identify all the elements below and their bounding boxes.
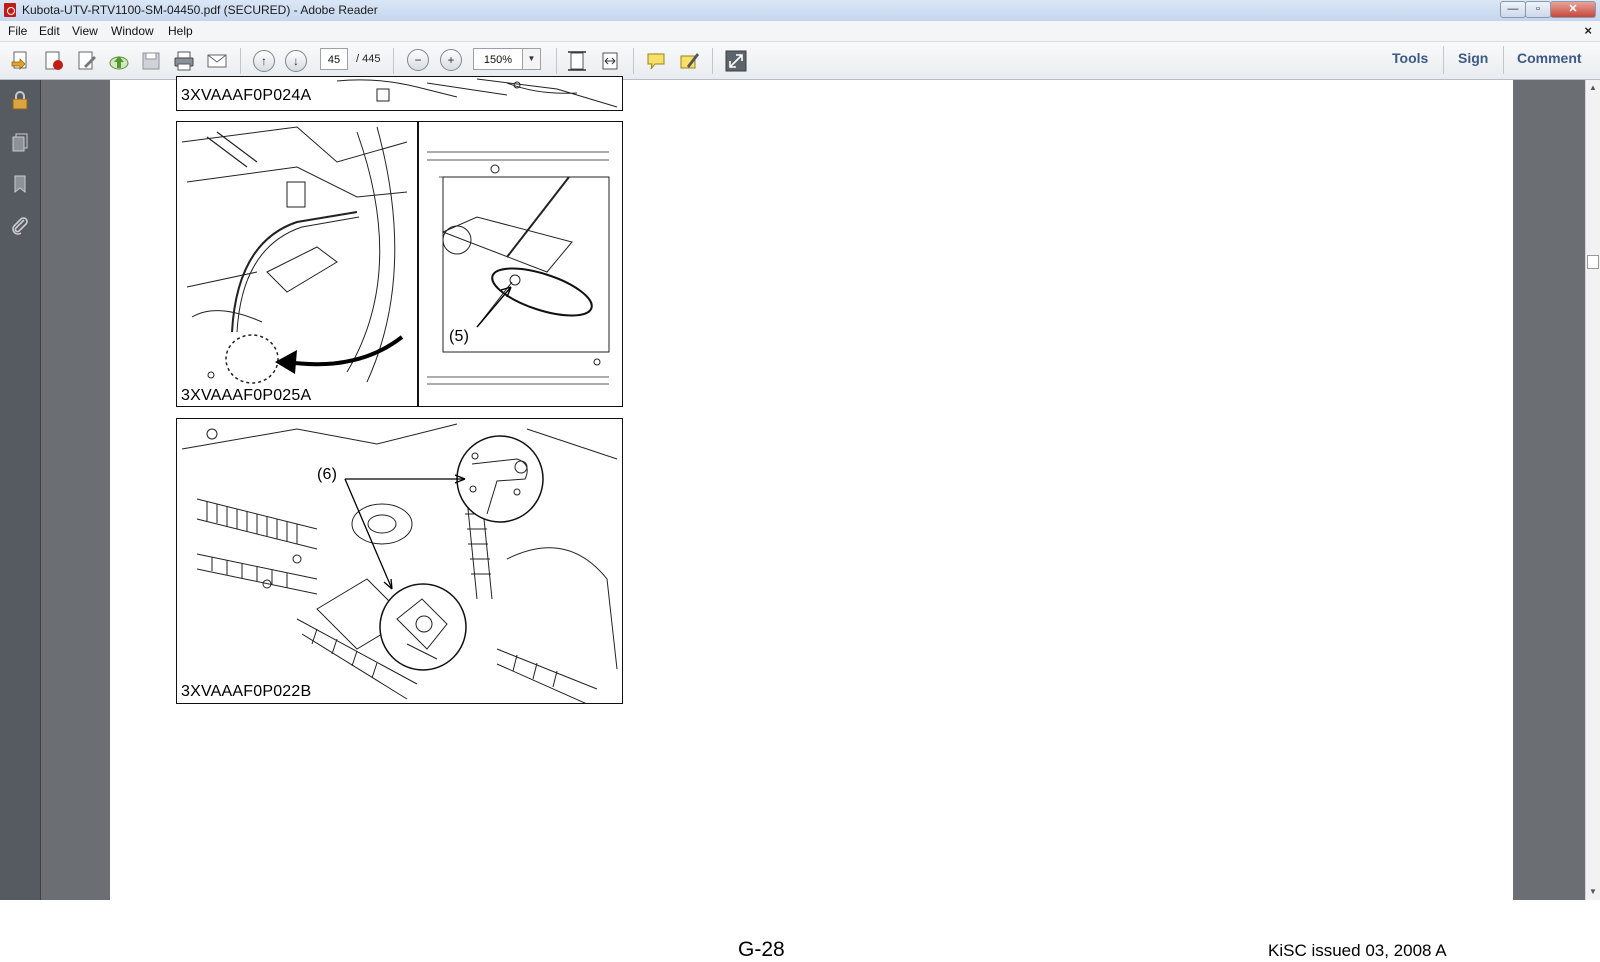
- vertical-scrollbar[interactable]: ▲ ▼: [1585, 80, 1600, 900]
- scroll-up-icon[interactable]: ▲: [1588, 83, 1598, 92]
- upload-cloud-icon[interactable]: [108, 50, 130, 72]
- menu-window[interactable]: Window: [111, 24, 154, 38]
- figure-code-022b: 3XVAAAF0P022B: [181, 683, 312, 700]
- menu-help[interactable]: Help: [168, 24, 193, 38]
- previous-page-button[interactable]: ↑: [253, 50, 275, 72]
- lock-icon[interactable]: [10, 90, 30, 110]
- attachments-icon[interactable]: [10, 216, 30, 236]
- window-title: Kubota-UTV-RTV1100-SM-04450.pdf (SECURED…: [22, 3, 378, 17]
- page-number-input[interactable]: 45: [320, 48, 348, 70]
- sticky-note-icon[interactable]: [645, 50, 667, 72]
- bookmarks-icon[interactable]: [10, 174, 30, 194]
- adobe-reader-icon: [4, 3, 16, 17]
- maximize-button[interactable]: ▫: [1525, 1, 1551, 18]
- create-pdf-icon[interactable]: [10, 50, 32, 72]
- zoom-level-input[interactable]: 150%: [473, 48, 523, 70]
- figure-code-025a: 3XVAAAF0P025A: [181, 387, 312, 404]
- scrollbar-thumb[interactable]: [1587, 255, 1599, 269]
- sign-button[interactable]: Sign: [1458, 50, 1488, 66]
- next-page-button[interactable]: ↓: [285, 50, 307, 72]
- figure-025a: (5) 3XVAAAF0P025A: [176, 121, 623, 407]
- page-footer-number: G-28: [738, 938, 785, 961]
- save-icon[interactable]: [140, 50, 162, 72]
- pdf-page: 3XVAAAF0P024A (5) 3XVAAAF0P025A (6) 3XVA…: [110, 76, 1513, 961]
- figure-022b: (6) 3XVAAAF0P022B: [176, 418, 623, 704]
- close-window-button[interactable]: ✕: [1550, 1, 1596, 18]
- figure-024a: 3XVAAAF0P024A: [176, 76, 623, 111]
- toolbar: ↑ ↓: [0, 42, 1600, 80]
- fit-width-icon[interactable]: [599, 50, 621, 72]
- print-icon[interactable]: [173, 50, 195, 72]
- navigation-pane: [0, 80, 41, 900]
- pdf-file-icon[interactable]: [43, 50, 65, 72]
- callout-6: (6): [317, 466, 338, 483]
- edit-pdf-icon[interactable]: [76, 50, 98, 72]
- figure-025a-drawing: [181, 126, 610, 385]
- menu-bar: File Edit View Window Help ×: [0, 21, 1600, 42]
- zoom-out-button[interactable]: −: [407, 49, 429, 71]
- full-screen-icon[interactable]: [725, 50, 747, 72]
- page-footer-issue: KiSC issued 03, 2008 A: [1268, 941, 1447, 960]
- close-document-icon[interactable]: ×: [1584, 23, 1592, 38]
- page-total: / 445: [356, 53, 381, 65]
- figure-code-024a: 3XVAAAF0P024A: [181, 87, 312, 104]
- comment-button[interactable]: Comment: [1517, 50, 1582, 66]
- callout-5: (5): [449, 328, 470, 345]
- menu-view[interactable]: View: [72, 24, 98, 38]
- page-thumbnails-icon[interactable]: [10, 132, 30, 152]
- fit-page-icon[interactable]: [566, 50, 588, 72]
- email-icon[interactable]: [206, 50, 228, 72]
- figure-022b-drawing: [181, 423, 618, 703]
- zoom-in-button[interactable]: +: [440, 49, 462, 71]
- tools-button[interactable]: Tools: [1392, 50, 1428, 66]
- menu-file[interactable]: File: [8, 24, 27, 38]
- zoom-dropdown-button[interactable]: ▼: [523, 48, 541, 70]
- menu-edit[interactable]: Edit: [39, 24, 60, 38]
- title-bar: Kubota-UTV-RTV1100-SM-04450.pdf (SECURED…: [0, 0, 1600, 22]
- scroll-down-icon[interactable]: ▼: [1588, 887, 1598, 896]
- minimize-button[interactable]: —: [1500, 1, 1526, 18]
- highlight-text-icon[interactable]: [678, 50, 700, 72]
